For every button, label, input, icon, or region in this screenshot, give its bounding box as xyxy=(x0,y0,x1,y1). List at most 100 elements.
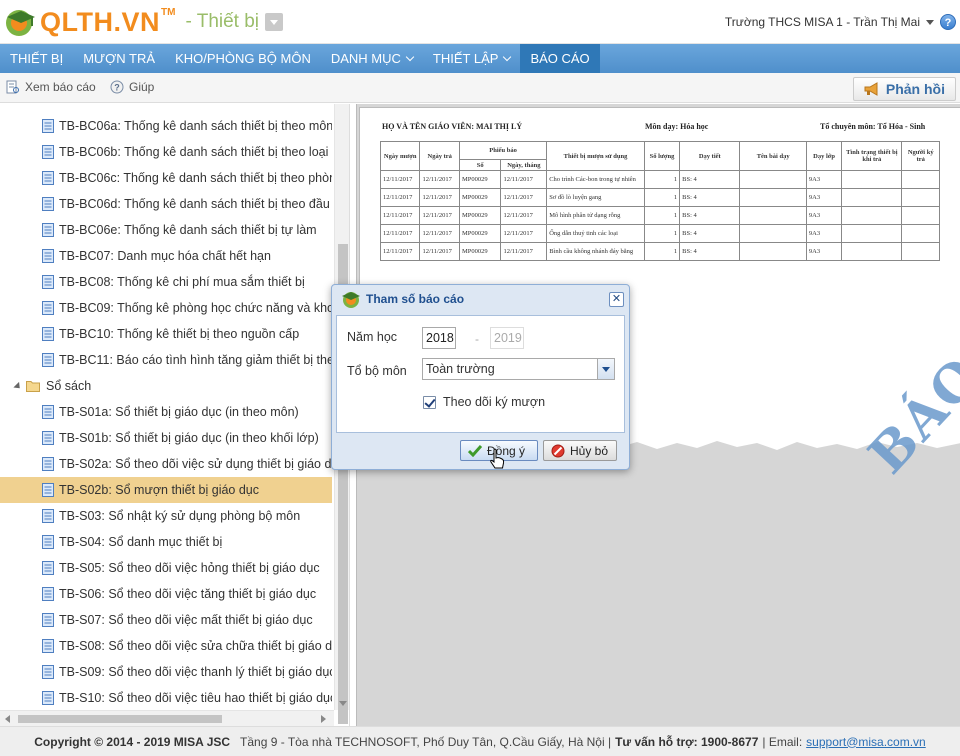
table-cell xyxy=(901,224,940,243)
nav-muon-tra[interactable]: MƯỢN TRẢ xyxy=(73,44,165,73)
subject: Môn dạy: Hóa học xyxy=(645,122,709,131)
logo-text: QLTH.VN xyxy=(40,6,160,37)
tree-item[interactable]: TB-BC06c: Thống kê danh sách thiết bị th… xyxy=(0,165,332,191)
tree-item[interactable]: TB-S09: Sổ theo dõi việc thanh lý thiết … xyxy=(0,659,332,685)
nav-label: DANH MỤC xyxy=(330,51,401,66)
tree-item[interactable]: TB-BC11: Báo cáo tình hình tăng giảm thi… xyxy=(0,347,332,373)
table-cell: 12/11/2017 xyxy=(419,206,460,225)
tree-item[interactable]: TB-BC06a: Thống kê danh sách thiết bị th… xyxy=(0,113,332,139)
user-name[interactable]: Trường THCS MISA 1 - Trần Thị Mai xyxy=(725,15,920,29)
help-icon[interactable]: ? xyxy=(940,14,956,30)
tree-item-label: TB-S08: Sổ theo dõi việc sửa chữa thiết … xyxy=(59,639,332,653)
table-cell: BS: 4 xyxy=(679,188,741,207)
user-menu[interactable]: Trường THCS MISA 1 - Trần Thị Mai ? xyxy=(725,14,956,30)
scroll-thumb[interactable] xyxy=(18,715,222,723)
tree-item[interactable]: TB-S05: Sổ theo dõi việc hỏng thiết bị g… xyxy=(0,555,332,581)
tree-item[interactable]: TB-BC10: Thống kê thiết bị theo nguồn cấ… xyxy=(0,321,332,347)
nav-thiet-bi[interactable]: THIẾT BỊ xyxy=(0,44,73,73)
tree-item-label: TB-BC06e: Thống kê danh sách thiết bị tự… xyxy=(59,223,317,237)
department: Tổ chuyên môn: Tổ Hóa - Sinh xyxy=(820,122,926,131)
scroll-down-arrow-icon[interactable] xyxy=(339,701,347,706)
col-return-date: Ngày trả xyxy=(419,141,460,171)
table-cell: 12/11/2017 xyxy=(379,242,421,261)
chevron-down-icon[interactable] xyxy=(597,359,614,379)
module-switch-caret-icon[interactable] xyxy=(265,13,284,31)
col-slip-no: Số xyxy=(458,159,502,171)
document-icon xyxy=(42,197,54,211)
table-cell xyxy=(739,224,807,243)
chevron-down-icon[interactable] xyxy=(926,19,934,25)
department-select[interactable]: Toàn trường xyxy=(422,358,615,380)
nav-label: MƯỢN TRẢ xyxy=(83,51,156,66)
table-cell xyxy=(739,170,807,189)
scroll-right-arrow-icon[interactable] xyxy=(321,715,326,723)
nav-bao-cao[interactable]: BÁO CÁO xyxy=(520,44,600,73)
cancel-button[interactable]: Hủy bỏ xyxy=(543,440,617,461)
table-cell: 9A3 xyxy=(805,188,843,207)
megaphone-icon xyxy=(864,82,878,96)
col-class: Dạy lớp xyxy=(805,141,843,171)
nav-danh-muc[interactable]: DANH MỤC xyxy=(321,44,423,73)
tree-item[interactable]: TB-S02b: Sổ mượn thiết bị giáo dục xyxy=(0,477,332,503)
tree-item[interactable]: TB-S04: Sổ danh mục thiết bị xyxy=(0,529,332,555)
nav-label: THIẾT BỊ xyxy=(10,51,64,66)
support-email-link[interactable]: support@misa.com.vn xyxy=(806,735,926,749)
tree-item[interactable]: TB-S06: Sổ theo dõi việc tăng thiết bị g… xyxy=(0,581,332,607)
nav-kho-phong-bo-mon[interactable]: KHO/PHÒNG BỘ MÔN xyxy=(165,44,321,73)
table-cell: BS: 4 xyxy=(679,170,741,189)
view-report-button[interactable]: Xem báo cáo xyxy=(6,80,96,94)
logo[interactable]: QLTH.VN TM - Thiết bị xyxy=(4,6,284,38)
tree-item[interactable]: TB-S01b: Sổ thiết bị giáo dục (in theo k… xyxy=(0,425,332,451)
expand-arrow-icon[interactable] xyxy=(13,381,23,391)
chevron-down-icon xyxy=(405,52,415,62)
tree-item[interactable]: TB-S07: Sổ theo dõi việc mất thiết bị gi… xyxy=(0,607,332,633)
tree-item-label: TB-BC07: Danh mục hóa chất hết hạn xyxy=(59,249,271,263)
track-signing-checkbox[interactable] xyxy=(423,396,436,409)
tree-item[interactable]: TB-S10: Sổ theo dõi việc tiêu hao thiết … xyxy=(0,685,332,711)
nav-thiet-lap[interactable]: THIẾT LẬP xyxy=(423,44,521,73)
scroll-left-arrow-icon[interactable] xyxy=(5,715,10,723)
document-icon xyxy=(42,353,54,367)
table-cell: MP00029 xyxy=(458,188,502,207)
help-button[interactable]: ? Giúp xyxy=(110,80,154,94)
tree-item[interactable]: TB-BC07: Danh mục hóa chất hết hạn xyxy=(0,243,332,269)
year-from-input[interactable]: 2018 xyxy=(422,327,456,349)
tree-item-label: TB-S03: Sổ nhật ký sử dụng phòng bộ môn xyxy=(59,509,301,523)
tree-item[interactable]: TB-S08: Sổ theo dõi việc sửa chữa thiết … xyxy=(0,633,332,659)
table-cell: 1 xyxy=(643,242,681,261)
footer: Copyright © 2014 - 2019 MISA JSC Tầng 9 … xyxy=(0,726,960,756)
dialog-titlebar[interactable]: Tham số báo cáo ✕ xyxy=(332,285,629,313)
report-table: Ngày mượn Ngày trả Phiếu báo Thiết bị mư… xyxy=(379,141,940,261)
document-icon xyxy=(42,405,54,419)
document-icon xyxy=(42,431,54,445)
app-logo-icon xyxy=(342,292,360,308)
tree-item[interactable]: TB-S01a: Sổ thiết bị giáo dục (in theo m… xyxy=(0,399,332,425)
document-icon xyxy=(42,691,54,705)
tree-item[interactable]: TB-BC08: Thống kê chi phí mua sắm thiết … xyxy=(0,269,332,295)
table-cell: 1 xyxy=(643,170,681,189)
table-row: 12/11/2017 12/11/2017 MP00029 12/11/2017 Sơ … xyxy=(379,188,940,207)
tree-item[interactable]: TB-BC09: Thống kê phòng học chức năng và… xyxy=(0,295,332,321)
document-icon xyxy=(42,275,54,289)
tree-item[interactable]: TB-BC06d: Thống kê danh sách thiết bị th… xyxy=(0,191,332,217)
table-cell: 12/11/2017 xyxy=(379,206,421,225)
tree-item-label: TB-S04: Sổ danh mục thiết bị xyxy=(59,535,223,549)
tree-folder[interactable]: Sổ sách xyxy=(0,373,332,399)
tree-item-label: TB-S10: Sổ theo dõi việc tiêu hao thiết … xyxy=(59,691,332,705)
logo-trademark: TM xyxy=(161,6,176,18)
tree-item[interactable]: TB-S02a: Sổ theo dõi việc sử dụng thiết … xyxy=(0,451,332,477)
horizontal-scrollbar[interactable] xyxy=(0,710,334,726)
tree-item-label: TB-S01b: Sổ thiết bị giáo dục (in theo k… xyxy=(59,431,319,445)
tree-item[interactable]: TB-BC06b: Thống kê danh sách thiết bị th… xyxy=(0,139,332,165)
document-icon xyxy=(42,587,54,601)
tree-item[interactable]: TB-S03: Sổ nhật ký sử dụng phòng bộ môn xyxy=(0,503,332,529)
table-row: 12/11/2017 12/11/2017 MP00029 12/11/2017 Mô … xyxy=(379,206,940,225)
table-cell xyxy=(901,206,940,225)
table-cell: 12/11/2017 xyxy=(419,242,460,261)
track-signing-label[interactable]: Theo dõi ký mượn xyxy=(443,395,545,409)
close-icon[interactable]: ✕ xyxy=(609,292,624,307)
feedback-button[interactable]: Phản hồi xyxy=(852,77,956,101)
document-icon xyxy=(42,249,54,263)
col-lesson: Tên bài dạy xyxy=(739,141,807,171)
tree-item[interactable]: TB-BC06e: Thống kê danh sách thiết bị tự… xyxy=(0,217,332,243)
